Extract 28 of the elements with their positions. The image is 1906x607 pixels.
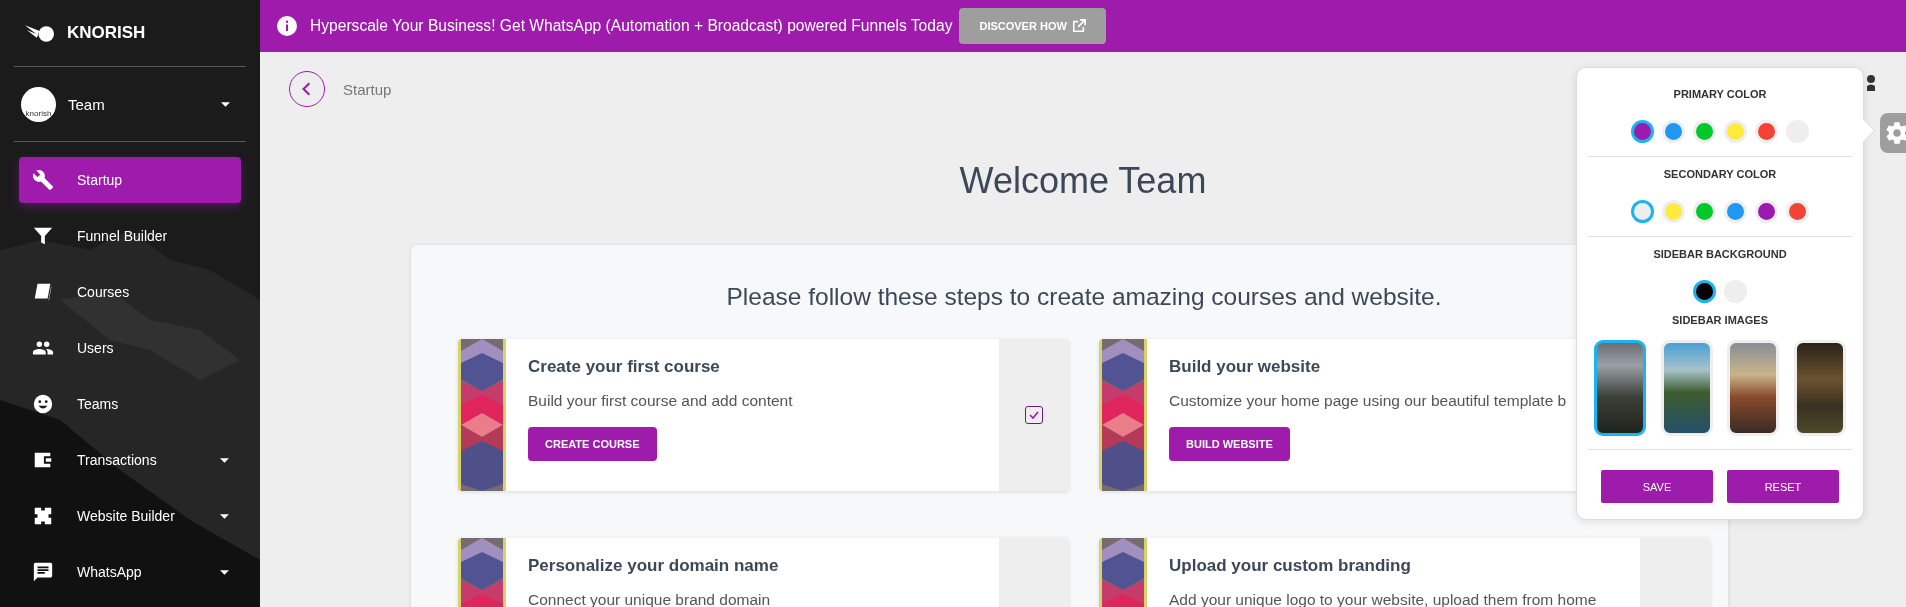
card-title: Build your website [1169,357,1322,377]
action-button[interactable]: CREATE COURSE [528,427,657,461]
sidebar-item[interactable]: Users [19,325,241,371]
sidebar-item[interactable]: Startup [19,157,241,203]
card-title: Create your first course [528,357,721,377]
sidebar-item[interactable]: Teams [19,381,241,427]
card-title: Personalize your domain name [528,556,780,576]
banner-text: Hyperscale Your Business! Get WhatsApp (Automation + Broadcast) powered Funnels Today [310,17,953,35]
sidebar-item[interactable]: Transactions [19,437,241,483]
section-heading: SECONDARY COLOR [1662,168,1778,180]
card-description: Build your first course and add content [528,392,794,410]
breadcrumb: Startup [343,80,392,98]
sidebar-item[interactable]: Courses [19,269,241,315]
panel-button[interactable]: SAVE [1601,470,1713,503]
section-heading: SIDEBAR BACKGROUND [1652,248,1788,260]
brand-name: KNORISH [67,23,146,43]
account-name[interactable]: Team [68,95,221,113]
sidebar-item[interactable]: Funnel Builder [19,213,241,259]
steps-heading: Please follow these steps to create amazing courses and website. [726,283,1442,311]
card-title: Upload your custom branding [1169,556,1412,576]
sidebar-item[interactable]: Website Builder [19,493,241,539]
sidebar-item[interactable]: WhatsApp [19,549,241,595]
action-button[interactable]: BUILD WEBSITE [1169,427,1290,461]
welcome-heading: Welcome Team [959,160,1207,202]
section-heading: PRIMARY COLOR [1672,88,1768,100]
panel-button[interactable]: RESET [1727,470,1839,503]
section-heading: SIDEBAR IMAGES [1671,314,1769,326]
card-description: Customize your home page using our beautiful template b [1169,392,1568,410]
